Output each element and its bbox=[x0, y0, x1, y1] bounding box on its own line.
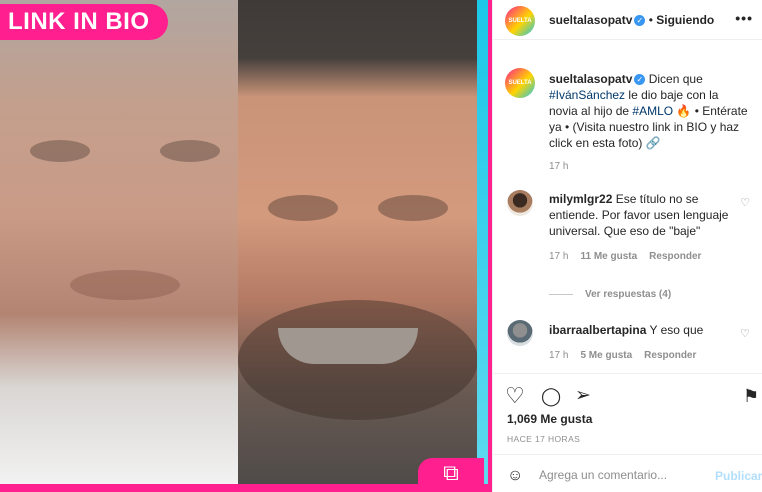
publish-button[interactable]: Publicar bbox=[715, 469, 762, 483]
verified-icon: ✓ bbox=[634, 15, 646, 27]
view-replies-button[interactable]: Ver respuestas (4) bbox=[549, 289, 671, 300]
like-heart-icon[interactable]: ♡ bbox=[505, 385, 525, 407]
caption-time: 17 h bbox=[549, 161, 569, 172]
comment-1-reply-button[interactable]: Responder bbox=[649, 249, 701, 265]
post-photo bbox=[0, 0, 488, 484]
comment-avatar-1[interactable] bbox=[507, 190, 533, 216]
frame-accent-bar bbox=[477, 0, 488, 484]
following-button[interactable]: Siguiendo bbox=[656, 13, 714, 27]
save-bookmark-icon[interactable]: ⚑ bbox=[743, 386, 759, 406]
post-caption: sueltalasopatv ✓ Dicen que #IvánSánchez l… bbox=[549, 71, 749, 175]
post-time-ago: HACE 17 HORAS bbox=[507, 434, 581, 444]
hashtag-amlo[interactable]: #AMLO bbox=[632, 104, 673, 118]
account-avatar[interactable]: SUELTA bbox=[505, 6, 535, 36]
comment-1: milymlgr22 Ese título no se entiende. Po… bbox=[549, 191, 739, 265]
comment-1-username[interactable]: milymlgr22 bbox=[549, 192, 612, 206]
view-replies-label: Ver respuestas (4) bbox=[585, 289, 672, 300]
comment-composer: ☺ Publicar bbox=[493, 454, 762, 492]
comment-2-text: Y eso que bbox=[646, 323, 704, 337]
caption-avatar-logo-text: SUELTA bbox=[508, 80, 532, 86]
comment-bubble-icon[interactable]: ◯ bbox=[541, 386, 561, 406]
post-header: SUELTA sueltalasopatv ✓ • Siguiendo ••• bbox=[493, 0, 762, 40]
share-paper-plane-icon[interactable]: ➢ bbox=[575, 386, 591, 406]
header-account-line: sueltalasopatv ✓ • Siguiendo bbox=[549, 13, 714, 27]
comment-1-likes[interactable]: 11 Me gusta bbox=[580, 249, 637, 265]
comment-2-reply-button[interactable]: Responder bbox=[644, 348, 696, 364]
more-options-icon[interactable]: ••• bbox=[735, 10, 753, 26]
account-username[interactable]: sueltalasopatv bbox=[549, 13, 632, 27]
comment-2: ibarraalbertapina Y eso que 17 h 5 Me gu… bbox=[549, 322, 739, 364]
replies-line bbox=[549, 293, 573, 295]
left-eye-shade bbox=[30, 140, 90, 162]
right-eye-shade bbox=[160, 140, 220, 162]
post-image[interactable]: LINK IN BIO ⧉ bbox=[0, 0, 492, 492]
left-eye-shade-2 bbox=[268, 195, 338, 221]
emoji-icon[interactable]: ☺ bbox=[507, 467, 523, 485]
comment-2-like-icon[interactable]: ♡ bbox=[740, 327, 750, 340]
comment-avatar-2[interactable] bbox=[507, 320, 533, 346]
post-side-panel: SUELTA sueltalasopatv ✓ • Siguiendo ••• S… bbox=[492, 0, 762, 492]
caption-username[interactable]: sueltalasopatv bbox=[549, 72, 632, 86]
comment-2-time: 17 h bbox=[549, 350, 569, 361]
left-face-photo bbox=[0, 0, 238, 484]
comment-input[interactable] bbox=[539, 465, 699, 485]
mouth-shade bbox=[70, 270, 180, 300]
chain-link-icon: ⧉ bbox=[418, 458, 484, 488]
caption-avatar[interactable]: SUELTA bbox=[505, 68, 535, 98]
comment-1-time: 17 h bbox=[549, 251, 569, 262]
comment-2-meta: 17 h 5 Me gusta Responder bbox=[549, 348, 739, 364]
comment-2-likes[interactable]: 5 Me gusta bbox=[580, 348, 632, 364]
comment-2-username[interactable]: ibarraalbertapina bbox=[549, 323, 646, 337]
beard-shade bbox=[238, 300, 478, 420]
header-separator: • bbox=[648, 13, 653, 27]
avatar-logo-text: SUELTA bbox=[508, 18, 532, 24]
comment-1-like-icon[interactable]: ♡ bbox=[740, 196, 750, 209]
right-face-photo bbox=[238, 0, 488, 484]
post-likes-count[interactable]: 1,069 Me gusta bbox=[507, 412, 592, 426]
caption-verified-icon: ✓ bbox=[634, 74, 646, 86]
link-in-bio-badge: LINK IN BIO bbox=[0, 4, 168, 40]
comment-1-meta: 17 h 11 Me gusta Responder bbox=[549, 249, 739, 265]
caption-text-1: Dicen que bbox=[645, 72, 703, 86]
hashtag-ivan-sanchez[interactable]: #IvánSánchez bbox=[549, 88, 625, 102]
right-eye-shade-2 bbox=[378, 195, 448, 221]
